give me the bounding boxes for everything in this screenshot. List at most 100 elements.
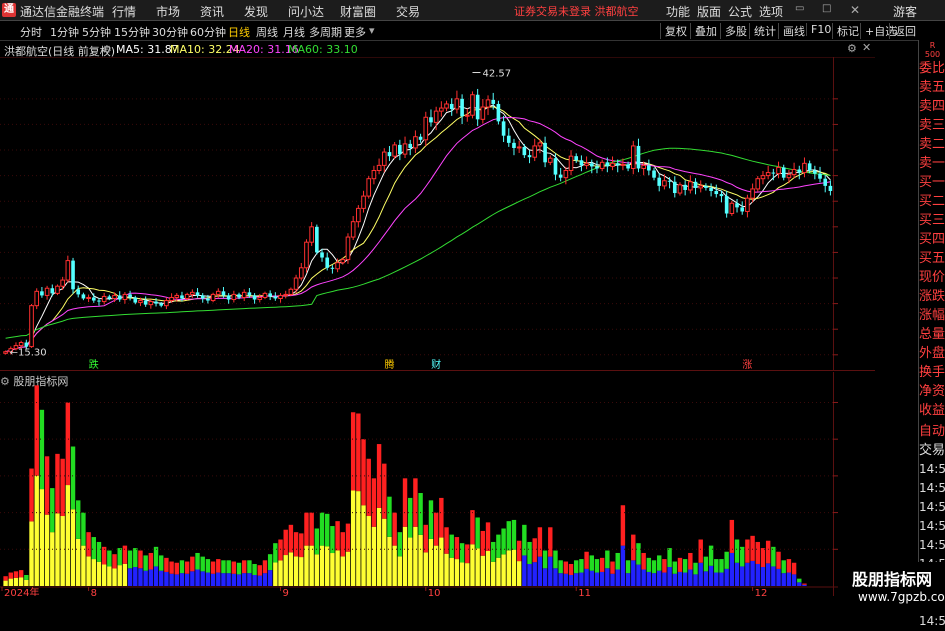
volume-bar-top xyxy=(283,529,288,556)
candle-body xyxy=(433,110,439,123)
panel-item[interactable]: 卖一 xyxy=(919,154,945,173)
tab-60min[interactable]: 60分钟 xyxy=(190,24,226,40)
panel-item[interactable]: 买一 xyxy=(919,173,945,192)
volume-bar-base xyxy=(537,556,543,586)
menu-news[interactable]: 资讯 xyxy=(200,3,224,20)
candle-body xyxy=(776,166,781,175)
trade-time: 14:56 xyxy=(919,519,945,533)
btn-mark[interactable]: 标记 xyxy=(832,23,859,39)
volume-bar-base xyxy=(325,546,330,586)
panel-item[interactable]: 买二 xyxy=(919,192,945,211)
panel-item[interactable]: 卖五 xyxy=(919,78,945,97)
panel-item[interactable]: 收益 xyxy=(919,401,945,420)
panel-item[interactable]: 换手 xyxy=(919,363,945,382)
volume-bar-base xyxy=(39,489,45,586)
auto-toggle[interactable]: 自动 xyxy=(919,422,945,441)
volume-bar-top xyxy=(527,541,532,564)
candle-body xyxy=(356,207,361,223)
volume-bar-base xyxy=(200,571,205,586)
tab-time-share[interactable]: 分时 xyxy=(20,24,42,40)
tab-weekly[interactable]: 周线 xyxy=(256,24,278,40)
volume-chart[interactable]: 1500030000450006000075000 2024年891011121 xyxy=(0,372,875,596)
candle-body xyxy=(50,288,55,294)
volume-bar-top xyxy=(662,559,667,573)
btn-adjust[interactable]: 复权 xyxy=(660,23,687,39)
panel-item[interactable]: 总量 xyxy=(919,325,945,344)
panel-item[interactable]: 卖三 xyxy=(919,116,945,135)
volume-bar-top xyxy=(625,560,631,574)
menu-bar: 通 通达信金融终端 行情 市场 资讯 发现 问小达 财富圈 交易 证券交易未登录… xyxy=(0,0,945,21)
menu-trade[interactable]: 交易 xyxy=(396,3,420,20)
volume-bar-top xyxy=(262,560,268,574)
signal-marker: 涨 xyxy=(742,359,752,370)
volume-bar-top xyxy=(309,512,314,546)
volume-bar-top xyxy=(133,548,138,568)
window-maximize-icon[interactable]: □ xyxy=(822,3,831,14)
candle-body xyxy=(221,291,226,296)
menu-discover[interactable]: 发现 xyxy=(244,3,268,20)
volume-bar-base xyxy=(625,573,631,586)
panel-item[interactable]: 外盘 xyxy=(919,344,945,363)
volume-bar-base xyxy=(361,505,366,586)
window-close-icon[interactable]: ✕ xyxy=(850,3,860,17)
settings-gear-icon[interactable]: ⚙ xyxy=(102,43,112,56)
tab-monthly[interactable]: 月线 xyxy=(283,24,305,40)
candle-body xyxy=(215,290,221,295)
volume-bar-base xyxy=(797,582,802,586)
chart-close-icon[interactable]: ✕ xyxy=(862,41,871,54)
panel-item[interactable]: 卖四 xyxy=(919,97,945,116)
tab-5min[interactable]: 5分钟 xyxy=(82,24,111,40)
menu-wealth[interactable]: 财富圈 xyxy=(340,3,376,20)
volume-bar-top xyxy=(423,524,428,553)
volume-bar-top xyxy=(314,528,320,555)
volume-bar-top xyxy=(599,557,605,572)
candle-body xyxy=(44,287,50,296)
candle-body xyxy=(3,351,8,354)
volume-bar-top xyxy=(791,562,797,575)
volume-bar-top xyxy=(3,576,8,581)
candle-body xyxy=(491,99,496,104)
btn-multi-stock[interactable]: 多股 xyxy=(720,23,747,39)
volume-bar-top xyxy=(532,538,537,563)
panel-item[interactable]: 买三 xyxy=(919,211,945,230)
tab-daily[interactable]: 日线 xyxy=(228,24,250,40)
tab-1min[interactable]: 1分钟 xyxy=(50,24,79,40)
window-minimize-icon[interactable]: ▭ xyxy=(795,3,804,14)
candle-body xyxy=(86,296,91,299)
x-tick-label: 9 xyxy=(283,588,289,596)
guest-user[interactable]: 游客 xyxy=(893,3,917,20)
btn-back[interactable]: 返回 xyxy=(889,23,916,39)
btn-draw[interactable]: 画线 xyxy=(778,23,805,39)
panel-item[interactable]: 涨跌 xyxy=(919,287,945,306)
tab-multi-period[interactable]: 多周期 xyxy=(309,24,342,40)
menu-formula[interactable]: 公式 xyxy=(728,3,752,20)
btn-f10[interactable]: F10 xyxy=(806,23,831,36)
btn-stats[interactable]: 统计 xyxy=(749,23,776,39)
tab-more[interactable]: 更多 xyxy=(344,24,366,40)
menu-options[interactable]: 选项 xyxy=(759,3,783,20)
volume-bar-base xyxy=(765,563,771,586)
menu-market-quote[interactable]: 行情 xyxy=(112,3,136,20)
panel-item[interactable]: 涨幅 xyxy=(919,306,945,325)
volume-bar-top xyxy=(641,552,646,570)
more-dropdown-icon[interactable]: ▾ xyxy=(369,24,375,37)
btn-overlay[interactable]: 叠加 xyxy=(690,23,717,39)
panel-item[interactable]: 买四 xyxy=(919,230,945,249)
panel-item[interactable]: 卖二 xyxy=(919,135,945,154)
menu-layout[interactable]: 版面 xyxy=(697,3,721,20)
menu-ask[interactable]: 问小达 xyxy=(288,3,324,20)
panel-item[interactable]: 买五 xyxy=(919,249,945,268)
panel-item[interactable]: 净资 xyxy=(919,382,945,401)
panel-item[interactable]: 现价 xyxy=(919,268,945,287)
panel-item[interactable]: 委比 xyxy=(919,59,945,78)
trade-tab[interactable]: 交易 xyxy=(919,441,945,460)
volume-bar-base xyxy=(610,573,615,586)
chart-settings-icon[interactable]: ⚙ xyxy=(847,42,857,55)
tab-30min[interactable]: 30分钟 xyxy=(152,24,188,40)
menu-market[interactable]: 市场 xyxy=(156,3,180,20)
price-chart[interactable]: 15.0017.5020.0022.5025.0027.5030.0032.50… xyxy=(0,57,875,370)
candle-body xyxy=(755,178,761,190)
tab-15min[interactable]: 15分钟 xyxy=(114,24,150,40)
menu-function[interactable]: 功能 xyxy=(666,3,690,20)
volume-bar-base xyxy=(584,568,589,586)
